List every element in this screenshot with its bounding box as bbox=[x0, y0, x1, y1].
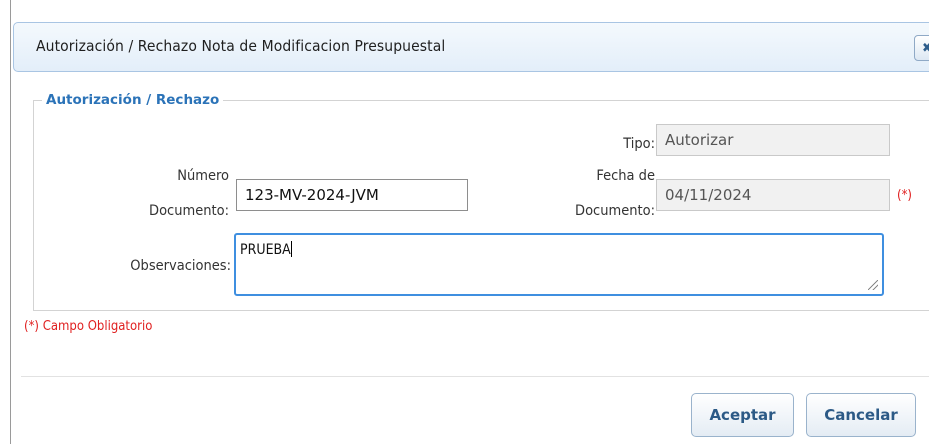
observaciones-label: Observaciones: bbox=[130, 258, 231, 274]
observaciones-textarea[interactable]: PRUEBA bbox=[234, 233, 884, 296]
numero-label-line1: Número bbox=[177, 168, 229, 184]
resize-handle-icon[interactable] bbox=[868, 280, 878, 290]
text-caret bbox=[290, 241, 292, 257]
fecha-label-line1: Fecha de bbox=[596, 168, 655, 184]
dialog-titlebar: Autorización / Rechazo Nota de Modificac… bbox=[13, 22, 929, 72]
fecha-label-line2: Documento: bbox=[575, 203, 655, 219]
accept-button[interactable]: Aceptar bbox=[691, 393, 794, 437]
observaciones-text: PRUEBA bbox=[240, 242, 291, 258]
dialog-title: Autorización / Rechazo Nota de Modificac… bbox=[36, 37, 446, 55]
footer-divider bbox=[21, 376, 929, 377]
fieldset-legend: Autorización / Rechazo bbox=[46, 92, 220, 108]
fecha-documento-input[interactable]: 04/11/2024 bbox=[656, 179, 890, 211]
tipo-field: Autorizar bbox=[656, 124, 890, 156]
tipo-label: Tipo: bbox=[623, 136, 655, 152]
fecha-required-marker: (*) bbox=[897, 188, 912, 203]
cancel-button[interactable]: Cancelar bbox=[806, 393, 916, 437]
numero-documento-input[interactable]: 123-MV-2024-JVM bbox=[236, 179, 468, 211]
close-icon[interactable]: ✖ bbox=[914, 35, 929, 61]
numero-label-line2: Documento: bbox=[149, 203, 229, 219]
modal-dialog: Autorización / Rechazo Nota de Modificac… bbox=[10, 0, 929, 444]
required-note: (*) Campo Obligatorio bbox=[24, 319, 153, 334]
